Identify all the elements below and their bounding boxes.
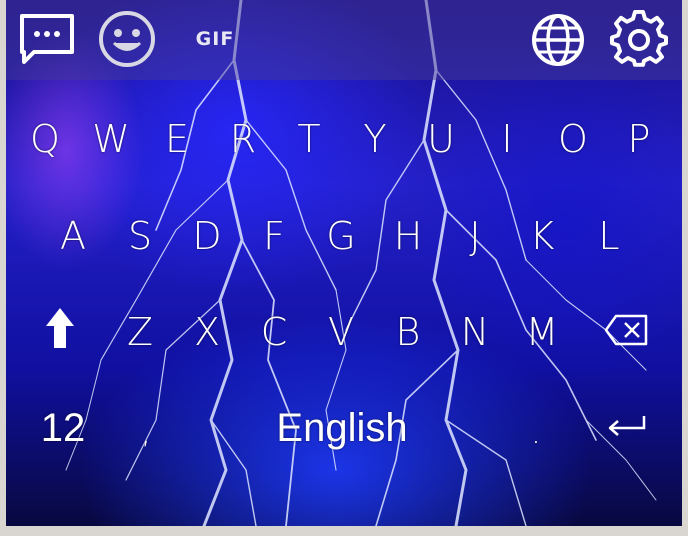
key-p[interactable]: P [609, 115, 669, 163]
key-e[interactable]: E [147, 115, 207, 163]
space-bar[interactable]: English [222, 404, 462, 452]
key-v[interactable]: V [311, 308, 371, 356]
key-period[interactable]: . [516, 408, 556, 456]
gif-button[interactable]: GIF [190, 26, 240, 52]
key-s[interactable]: S [110, 212, 170, 260]
key-h[interactable]: H [378, 212, 438, 260]
key-r[interactable]: R [213, 115, 273, 163]
key-m[interactable]: M [512, 308, 572, 356]
enter-arrow-icon[interactable] [606, 414, 648, 440]
key-j[interactable]: J [445, 212, 505, 260]
chat-dots-icon[interactable] [18, 12, 76, 66]
key-t[interactable]: T [279, 115, 339, 163]
suggestion-toolbar: GIF [6, 0, 682, 80]
key-i[interactable]: I [477, 115, 537, 163]
numbers-key[interactable]: 12 [28, 404, 98, 452]
key-g[interactable]: G [311, 212, 371, 260]
smiley-icon[interactable] [98, 10, 156, 68]
key-n[interactable]: N [445, 308, 505, 356]
keyboard: GIF Q W E R T Y U I O P A S D F G H J K … [6, 0, 682, 526]
key-y[interactable]: Y [345, 115, 405, 163]
key-l[interactable]: L [579, 212, 639, 260]
globe-icon[interactable] [530, 12, 586, 68]
key-c[interactable]: C [244, 308, 304, 356]
key-w[interactable]: W [81, 115, 141, 163]
key-comma[interactable]: , [126, 408, 166, 456]
shift-arrow-icon[interactable] [44, 306, 76, 350]
key-z[interactable]: Z [110, 308, 170, 356]
key-o[interactable]: O [543, 115, 603, 163]
key-q[interactable]: Q [15, 115, 75, 163]
gear-icon[interactable] [610, 9, 668, 68]
key-f[interactable]: F [244, 212, 304, 260]
key-k[interactable]: K [512, 212, 572, 260]
key-b[interactable]: B [378, 308, 438, 356]
key-u[interactable]: U [411, 115, 471, 163]
key-d[interactable]: D [177, 212, 237, 260]
key-x[interactable]: X [177, 308, 237, 356]
key-a[interactable]: A [43, 212, 103, 260]
backspace-icon[interactable] [604, 314, 648, 346]
